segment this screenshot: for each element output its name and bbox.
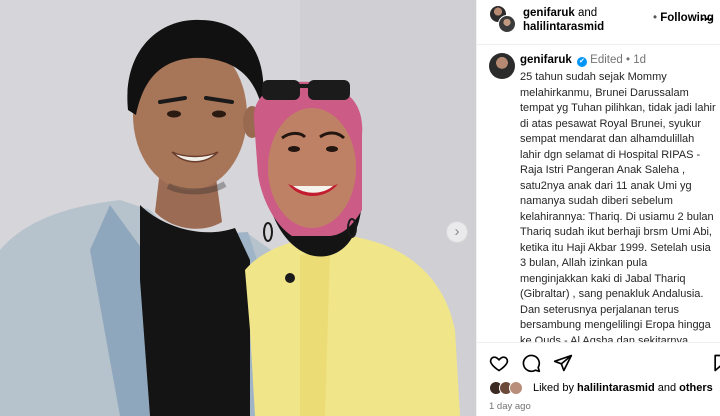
others-link[interactable]: others: [679, 382, 713, 394]
post-photo[interactable]: ›: [0, 0, 476, 416]
separator-dot: •: [625, 54, 631, 66]
post-age[interactable]: 1d: [633, 54, 646, 66]
username-link[interactable]: halilintarasmid: [523, 21, 604, 33]
comment-icon[interactable]: [521, 353, 541, 373]
separator-dot: •: [653, 12, 658, 24]
heart-icon[interactable]: [489, 353, 509, 373]
carousel-next-button[interactable]: ›: [446, 221, 468, 243]
collab-usernames: genifaruk and halilintarasmid: [523, 6, 643, 34]
username-link[interactable]: halilintarasmid: [577, 382, 655, 394]
verified-badge-icon: ✔: [576, 57, 587, 67]
comments-scroll-area[interactable]: genifaruk ✔ Edited • 1d 25 tahun sudah s…: [477, 46, 720, 342]
bookmark-icon[interactable]: [711, 353, 720, 373]
avatar: [509, 381, 523, 395]
liked-by-text: Liked by halilintarasmid and others: [533, 382, 713, 394]
and-text: and: [657, 382, 677, 394]
post-side-panel: genifaruk and halilintarasmid • Followin…: [476, 0, 720, 416]
post-caption: 25 tahun sudah sejak Mommy melahirkanmu,…: [520, 71, 716, 342]
avatar[interactable]: [489, 53, 515, 79]
chevron-right-icon: ›: [454, 222, 460, 240]
username-link[interactable]: genifaruk: [523, 7, 575, 19]
liked-by-label: Liked by: [533, 382, 574, 394]
post-timestamp[interactable]: 1 day ago: [489, 401, 531, 412]
collab-avatars[interactable]: [489, 5, 519, 35]
edited-label: Edited: [590, 54, 623, 66]
share-icon[interactable]: [553, 353, 573, 373]
and-text: and: [577, 7, 598, 19]
more-options-icon[interactable]: ...: [699, 8, 715, 28]
action-bar: Liked by halilintarasmid and others 1 da…: [477, 342, 720, 416]
post-header: genifaruk and halilintarasmid • Followin…: [477, 0, 720, 45]
caption-meta: genifaruk ✔ Edited • 1d: [520, 54, 646, 67]
photo-illustration: [0, 0, 476, 416]
username-link[interactable]: genifaruk: [520, 54, 572, 66]
avatar: [498, 15, 516, 33]
